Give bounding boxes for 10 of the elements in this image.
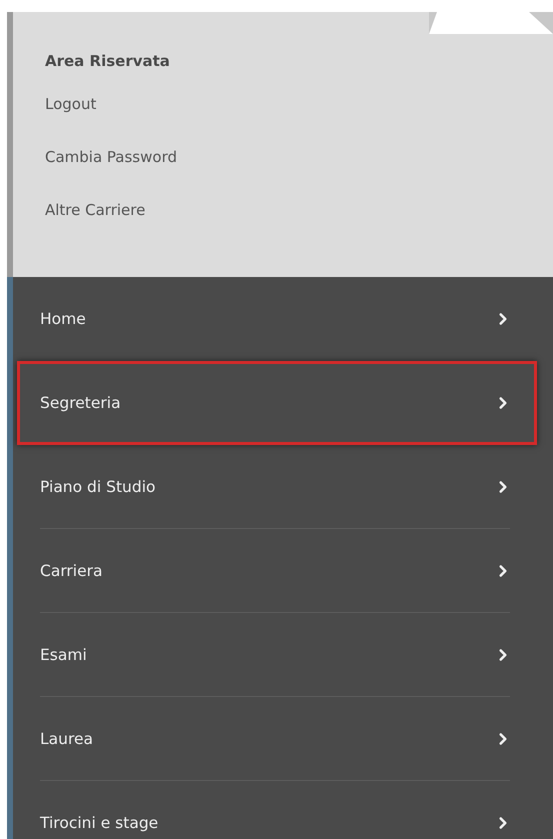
user-link[interactable]: Altre Carriere	[45, 200, 146, 220]
menu-item[interactable]: Piano di Studio	[17, 445, 537, 529]
menu-item[interactable]: Carriera	[17, 529, 537, 613]
user-link[interactable]: Cambia Password	[45, 147, 177, 167]
menu-item[interactable]: Home	[17, 277, 537, 361]
menu-item[interactable]: Segreteria	[17, 361, 537, 445]
menu-item[interactable]: Esami	[17, 613, 537, 697]
user-link[interactable]: Logout	[45, 94, 96, 114]
user-area-title: Area Riservata	[45, 52, 170, 70]
menu-item[interactable]: Laurea	[17, 697, 537, 781]
